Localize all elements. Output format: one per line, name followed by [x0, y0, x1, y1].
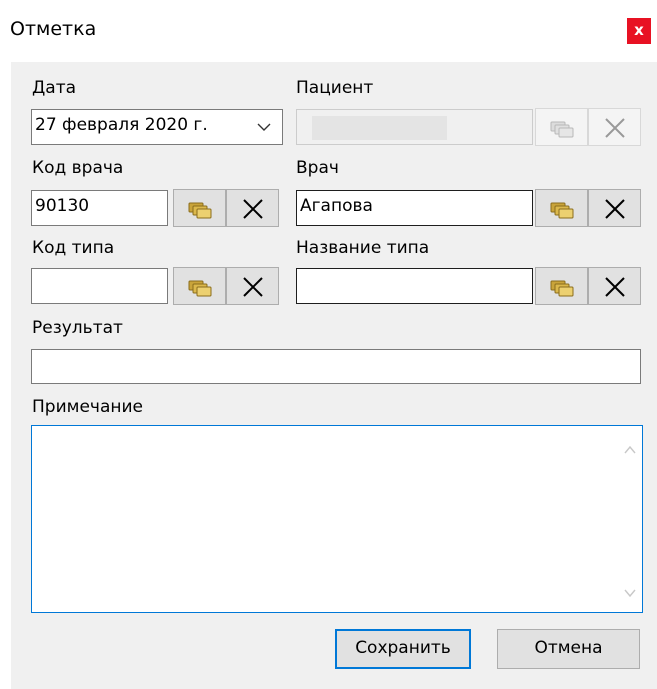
patient-field — [296, 109, 533, 145]
doctor-pick-button[interactable] — [535, 189, 588, 227]
chevron-down-icon[interactable] — [256, 120, 272, 134]
patient-value-redacted — [312, 116, 447, 140]
type-code-pick-button[interactable] — [173, 267, 226, 305]
type-name-label: Название типа — [296, 238, 430, 258]
x-icon — [605, 118, 625, 138]
x-icon — [243, 199, 263, 219]
doctor-label: Врач — [296, 158, 339, 178]
doctor-input[interactable]: Агапова — [296, 190, 533, 226]
note-scrollbar[interactable] — [618, 426, 642, 612]
type-name-clear-button[interactable] — [588, 267, 641, 305]
doctor-clear-button[interactable] — [588, 189, 641, 227]
x-icon — [243, 277, 263, 297]
close-button[interactable]: x — [627, 18, 651, 44]
folders-icon — [188, 280, 212, 297]
scroll-arrows-icon — [624, 445, 636, 598]
type-code-clear-button[interactable] — [226, 267, 279, 305]
date-picker[interactable]: 27 февраля 2020 г. — [31, 109, 283, 145]
date-label: Дата — [32, 78, 77, 98]
result-label: Результат — [32, 318, 123, 338]
type-code-label: Код типа — [32, 238, 115, 258]
patient-pick-button — [535, 108, 588, 146]
result-input[interactable] — [31, 349, 641, 384]
patient-label: Пациент — [296, 78, 374, 98]
doctor-value: Агапова — [300, 196, 373, 216]
cancel-button[interactable]: Отмена — [497, 629, 640, 669]
type-name-pick-button[interactable] — [535, 267, 588, 305]
folders-icon — [188, 202, 212, 219]
doctor-code-clear-button[interactable] — [226, 189, 279, 227]
doctor-code-value: 90130 — [35, 196, 90, 216]
x-icon — [605, 199, 625, 219]
folders-icon — [550, 121, 574, 138]
doctor-code-label: Код врача — [32, 158, 124, 178]
x-icon — [605, 277, 625, 297]
note-label: Примечание — [32, 397, 143, 417]
title-bar: Отметка x — [0, 0, 657, 62]
save-button[interactable]: Сохранить — [335, 629, 471, 669]
folders-icon — [550, 202, 574, 219]
date-value: 27 февраля 2020 г. — [35, 115, 208, 135]
doctor-code-input[interactable]: 90130 — [31, 190, 168, 226]
doctor-code-pick-button[interactable] — [173, 189, 226, 227]
window-title: Отметка — [10, 18, 97, 40]
type-code-input[interactable] — [31, 268, 168, 304]
folders-icon — [550, 280, 574, 297]
note-textarea[interactable] — [31, 425, 643, 613]
type-name-input[interactable] — [296, 268, 533, 304]
patient-clear-button — [588, 108, 641, 146]
